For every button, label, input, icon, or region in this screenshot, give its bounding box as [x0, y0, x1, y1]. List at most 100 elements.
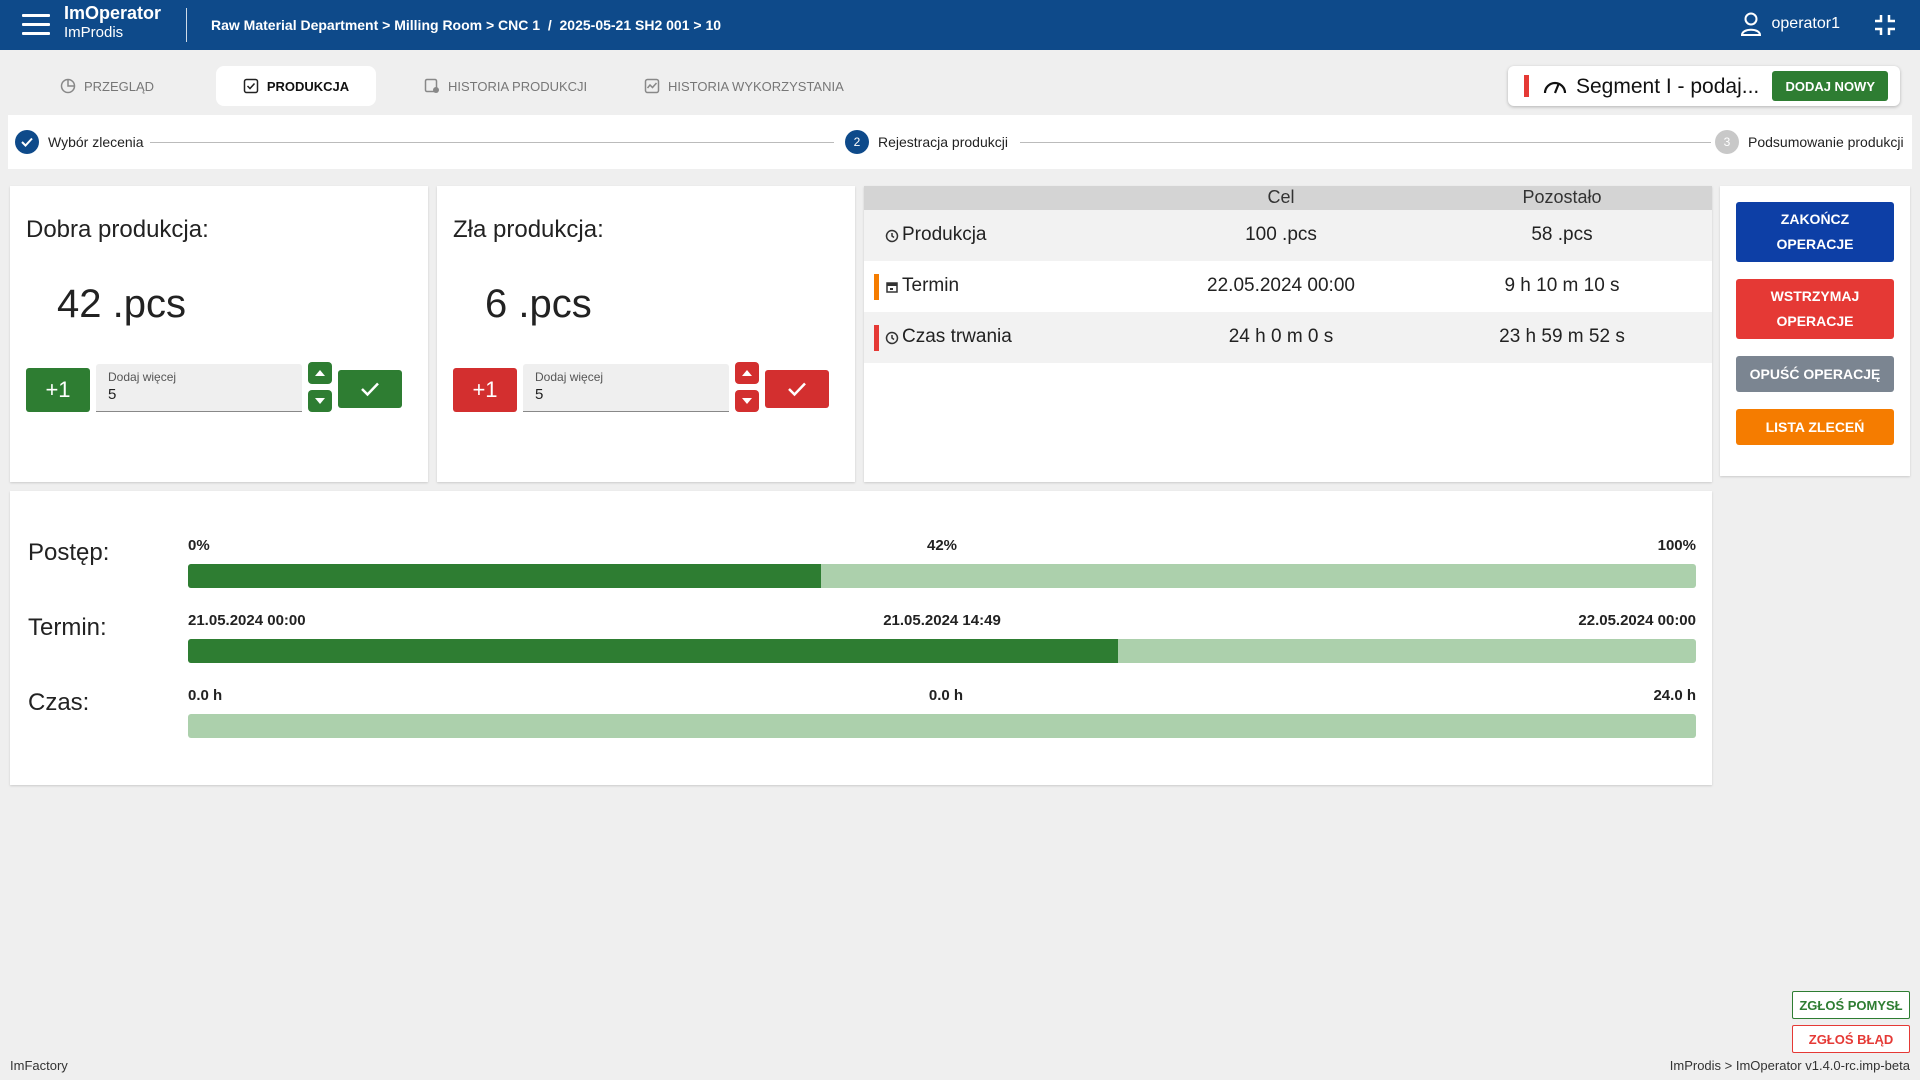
- step-label: Rejestracja produkcji: [878, 134, 1008, 150]
- step-select-order[interactable]: Wybór zlecenia: [15, 130, 144, 154]
- bad-add-more-input[interactable]: [535, 386, 715, 403]
- row-label: Czas trwania: [902, 326, 1012, 347]
- tab-label: PRODUKCJA: [266, 78, 350, 94]
- segment-name: Segment I - podaj...: [1576, 75, 1760, 98]
- row-label: Termin: [902, 275, 960, 296]
- button-label: WSTRZYMAJ: [1770, 288, 1860, 304]
- step-production-summary[interactable]: 3 Podsumowanie produkcji: [1711, 130, 1904, 154]
- row-remaining: 9 h 10 m 10 s: [1504, 275, 1620, 296]
- app-name: ImOperator: [64, 3, 162, 23]
- menu-icon[interactable]: [22, 14, 50, 36]
- user-menu[interactable]: operator1: [1740, 12, 1841, 36]
- step-connector: [150, 142, 834, 143]
- finish-operation-button[interactable]: ZAKOŃCZ OPERACJE: [1736, 202, 1894, 262]
- button-label: OPERACJE: [1776, 236, 1854, 252]
- footer-version: ImProdis > ImOperator v1.4.0-rc.imp-beta: [1669, 1058, 1910, 1073]
- clock-icon: [885, 331, 899, 345]
- count-unit: .pcs: [518, 282, 592, 326]
- row-remaining: 23 h 59 m 52 s: [1499, 326, 1625, 347]
- breadcrumb: Raw Material Department > Milling Room >…: [211, 17, 722, 33]
- progress-mid: 42%: [926, 537, 958, 554]
- count-value: 42: [57, 282, 102, 326]
- row-status-marker: [874, 274, 879, 300]
- exit-fullscreen-icon[interactable]: [1874, 14, 1896, 36]
- time-bar: [188, 714, 1696, 738]
- table-row: Termin 22.05.2024 00:00 9 h 10 m 10 s: [864, 261, 1712, 312]
- tab-overview[interactable]: PRZEGLĄD: [36, 66, 178, 106]
- brand: ImOperator ImProdis: [64, 3, 161, 43]
- time-mid: 0.0 h: [928, 687, 964, 704]
- progress-bar: [188, 564, 1696, 588]
- step-production-registration[interactable]: 2 Rejestracja produkcji: [845, 130, 1016, 154]
- caret-up-icon: [315, 370, 325, 376]
- bad-add-more-field[interactable]: Dodaj więcej: [523, 364, 729, 412]
- report-idea-button[interactable]: ZGŁOŚ POMYSŁ: [1792, 991, 1910, 1019]
- check-icon: [788, 382, 806, 397]
- tab-label: PRZEGLĄD: [84, 78, 155, 94]
- company-name: ImProdis: [64, 24, 124, 41]
- actions-panel: ZAKOŃCZ OPERACJE WSTRZYMAJ OPERACJE OPUŚ…: [1720, 186, 1910, 476]
- step-number: 3: [1715, 130, 1739, 154]
- button-label: OPERACJE: [1776, 313, 1854, 329]
- bad-plus-one-button[interactable]: +1: [453, 368, 517, 412]
- check-icon: [15, 130, 39, 154]
- table-row: Produkcja 100 .pcs 58 .pcs: [864, 210, 1712, 261]
- username: operator1: [1771, 15, 1841, 32]
- activity-chart-icon: [644, 78, 660, 94]
- count-unit: .pcs: [112, 282, 186, 326]
- bad-decrement-button[interactable]: [735, 390, 759, 412]
- checkbox-icon: [243, 78, 259, 94]
- good-production-count: 42 .pcs: [57, 282, 186, 327]
- report-bug-button[interactable]: ZGŁOŚ BŁĄD: [1792, 1025, 1910, 1053]
- bad-increment-button[interactable]: [735, 362, 759, 384]
- caret-up-icon: [742, 370, 752, 376]
- good-add-more-input[interactable]: [108, 386, 288, 403]
- row-target: 100 .pcs: [1245, 224, 1317, 245]
- speedometer-icon: [1543, 81, 1567, 94]
- good-plus-one-button[interactable]: +1: [26, 368, 90, 412]
- clock-icon: [885, 229, 899, 243]
- progress-card: Postęp: 0% 42% 100% Termin: 21.05.2024 0…: [10, 491, 1712, 785]
- targets-table: Cel Pozostało Produkcja 100 .pcs 58 .pcs…: [864, 186, 1712, 482]
- good-add-more-field[interactable]: Dodaj więcej: [96, 364, 302, 412]
- deadline-mid: 21.05.2024 14:49: [883, 612, 1001, 629]
- good-confirm-button[interactable]: [338, 370, 402, 408]
- time-end: 24.0 h: [1653, 687, 1696, 704]
- step-label: Podsumowanie produkcji: [1748, 134, 1904, 150]
- good-increment-button[interactable]: [308, 362, 332, 384]
- segment-selector[interactable]: Segment I - podaj... DODAJ NOWY: [1508, 66, 1900, 106]
- good-decrement-button[interactable]: [308, 390, 332, 412]
- header-remaining: Pozostało: [1522, 187, 1602, 207]
- caret-down-icon: [742, 398, 752, 404]
- progress-label: Postęp:: [28, 539, 110, 566]
- bad-confirm-button[interactable]: [765, 370, 829, 408]
- tab-usage-history[interactable]: HISTORIA WYKORZYSTANIA: [620, 66, 868, 106]
- bad-production-title: Zła produkcja:: [453, 216, 604, 243]
- step-connector: [1020, 142, 1712, 143]
- row-remaining: 58 .pcs: [1531, 224, 1593, 245]
- row-label: Produkcja: [902, 224, 987, 245]
- add-new-button[interactable]: DODAJ NOWY: [1772, 71, 1888, 101]
- progress-start: 0%: [188, 537, 210, 554]
- tab-label: HISTORIA WYKORZYSTANIA: [668, 78, 844, 94]
- deadline-bar: [188, 639, 1696, 663]
- deadline-start: 21.05.2024 00:00: [188, 612, 306, 629]
- header-divider: [186, 8, 187, 42]
- time-start: 0.0 h: [188, 687, 223, 704]
- leave-operation-button[interactable]: OPUŚĆ OPERACJĘ: [1736, 356, 1894, 392]
- time-label: Czas:: [28, 689, 90, 716]
- tab-production-history[interactable]: HISTORIA PRODUKCJI: [400, 66, 611, 106]
- top-app-bar: ImOperator ImProdis Raw Material Departm…: [0, 0, 1920, 50]
- pause-operation-button[interactable]: WSTRZYMAJ OPERACJE: [1736, 279, 1894, 339]
- table-header: Cel Pozostało: [864, 186, 1712, 210]
- progress-bar-fill: [188, 564, 822, 588]
- row-status-marker: [874, 325, 879, 351]
- tab-production[interactable]: PRODUKCJA: [216, 66, 376, 106]
- caret-down-icon: [315, 398, 325, 404]
- orders-list-button[interactable]: LISTA ZLECEŃ: [1736, 409, 1894, 445]
- history-icon: [424, 78, 439, 93]
- step-number: 2: [845, 130, 869, 154]
- check-icon: [361, 382, 379, 397]
- step-label: Wybór zlecenia: [48, 134, 144, 150]
- segment-status-marker: [1524, 75, 1529, 97]
